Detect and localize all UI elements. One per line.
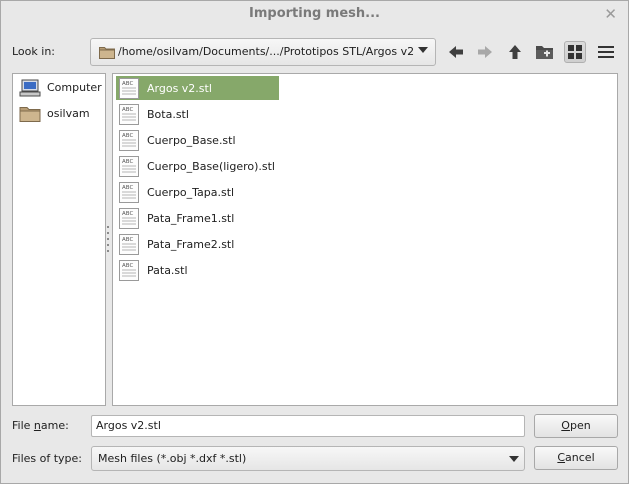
file-name: Argos v2.stl [147, 82, 212, 95]
title-bar[interactable]: Importing mesh... ✕ [1, 1, 628, 28]
file-name: Pata_Frame1.stl [147, 212, 235, 225]
arrow-left-icon [449, 46, 463, 58]
sidebar-item-osilvam[interactable]: osilvam [17, 103, 103, 125]
text-file-icon: ABC [119, 104, 139, 125]
list-item[interactable]: ABC Cuerpo_Base(ligero).stl [116, 154, 279, 178]
close-icon[interactable]: ✕ [604, 5, 617, 23]
open-button[interactable]: Open [534, 414, 618, 438]
import-dialog: Importing mesh... ✕ Look in: /home/osilv… [0, 0, 629, 484]
list-view-icon [598, 46, 614, 58]
folder-icon [99, 47, 115, 59]
text-file-icon: ABC [119, 156, 139, 177]
text-file-icon: ABC [119, 234, 139, 255]
svg-text:ABC: ABC [122, 211, 133, 217]
list-item[interactable]: ABC Pata_Frame2.stl [116, 232, 279, 256]
current-path: /home/osilvam/Documents/.../Prototipos S… [118, 45, 415, 58]
svg-text:ABC: ABC [122, 159, 133, 165]
chevron-down-icon [509, 456, 519, 462]
look-in-label: Look in: [12, 45, 55, 58]
file-name: Pata_Frame2.stl [147, 238, 235, 251]
detail-view-button[interactable] [595, 41, 617, 63]
arrow-up-icon [509, 45, 521, 59]
list-item[interactable]: ABC Cuerpo_Base.stl [116, 128, 279, 152]
file-name-label: File name: [12, 419, 69, 432]
file-name: Bota.stl [147, 108, 189, 121]
file-name: Pata.stl [147, 264, 188, 277]
sidebar-item-label: Computer [47, 81, 102, 94]
dialog-title: Importing mesh... [249, 6, 380, 21]
file-name-input[interactable]: Argos v2.stl [91, 415, 525, 437]
list-item[interactable]: ABC Cuerpo_Tapa.stl [116, 180, 279, 204]
new-folder-icon [536, 46, 553, 59]
file-list: ABC Argos v2.stl ABC Bota.stl ABC Cuerpo_Base… [112, 73, 618, 406]
svg-text:ABC: ABC [122, 263, 133, 269]
svg-text:ABC: ABC [122, 237, 133, 243]
list-item[interactable]: ABC Argos v2.stl [116, 76, 279, 100]
list-item[interactable]: ABC Pata.stl [116, 258, 279, 282]
cancel-button[interactable]: Cancel [534, 446, 618, 470]
computer-icon [19, 79, 41, 97]
parent-folder-button[interactable] [504, 41, 526, 63]
file-name: Cuerpo_Base(ligero).stl [147, 160, 275, 173]
svg-text:ABC: ABC [122, 81, 133, 87]
forward-button[interactable] [474, 41, 496, 63]
text-file-icon: ABC [119, 208, 139, 229]
file-type-combo[interactable]: Mesh files (*.obj *.dxf *.stl) [91, 446, 525, 471]
text-file-icon: ABC [119, 78, 139, 99]
file-name: Cuerpo_Tapa.stl [147, 186, 235, 199]
svg-text:ABC: ABC [122, 107, 133, 113]
folder-icon [19, 107, 41, 122]
sidebar-item-computer[interactable]: Computer [17, 77, 103, 99]
text-file-icon: ABC [119, 130, 139, 151]
pane-splitter-handle[interactable] [107, 226, 110, 254]
sidebar-item-label: osilvam [47, 107, 90, 120]
text-file-icon: ABC [119, 182, 139, 203]
places-sidebar: Computer osilvam [12, 73, 106, 406]
files-of-type-label: Files of type: [12, 452, 83, 465]
list-item[interactable]: ABC Pata_Frame1.stl [116, 206, 279, 230]
svg-text:ABC: ABC [122, 133, 133, 139]
icon-view-button[interactable] [564, 41, 586, 63]
text-file-icon: ABC [119, 260, 139, 281]
new-folder-button[interactable] [534, 41, 556, 63]
list-item[interactable]: ABC Bota.stl [116, 102, 279, 126]
file-name: Cuerpo_Base.stl [147, 134, 236, 147]
chevron-down-icon [418, 47, 428, 53]
look-in-combo[interactable]: /home/osilvam/Documents/.../Prototipos S… [90, 38, 436, 66]
file-type-value: Mesh files (*.obj *.dxf *.stl) [98, 452, 247, 465]
back-button[interactable] [445, 41, 467, 63]
grid-view-icon [568, 45, 582, 59]
svg-text:ABC: ABC [122, 185, 133, 191]
arrow-right-icon [478, 46, 492, 58]
